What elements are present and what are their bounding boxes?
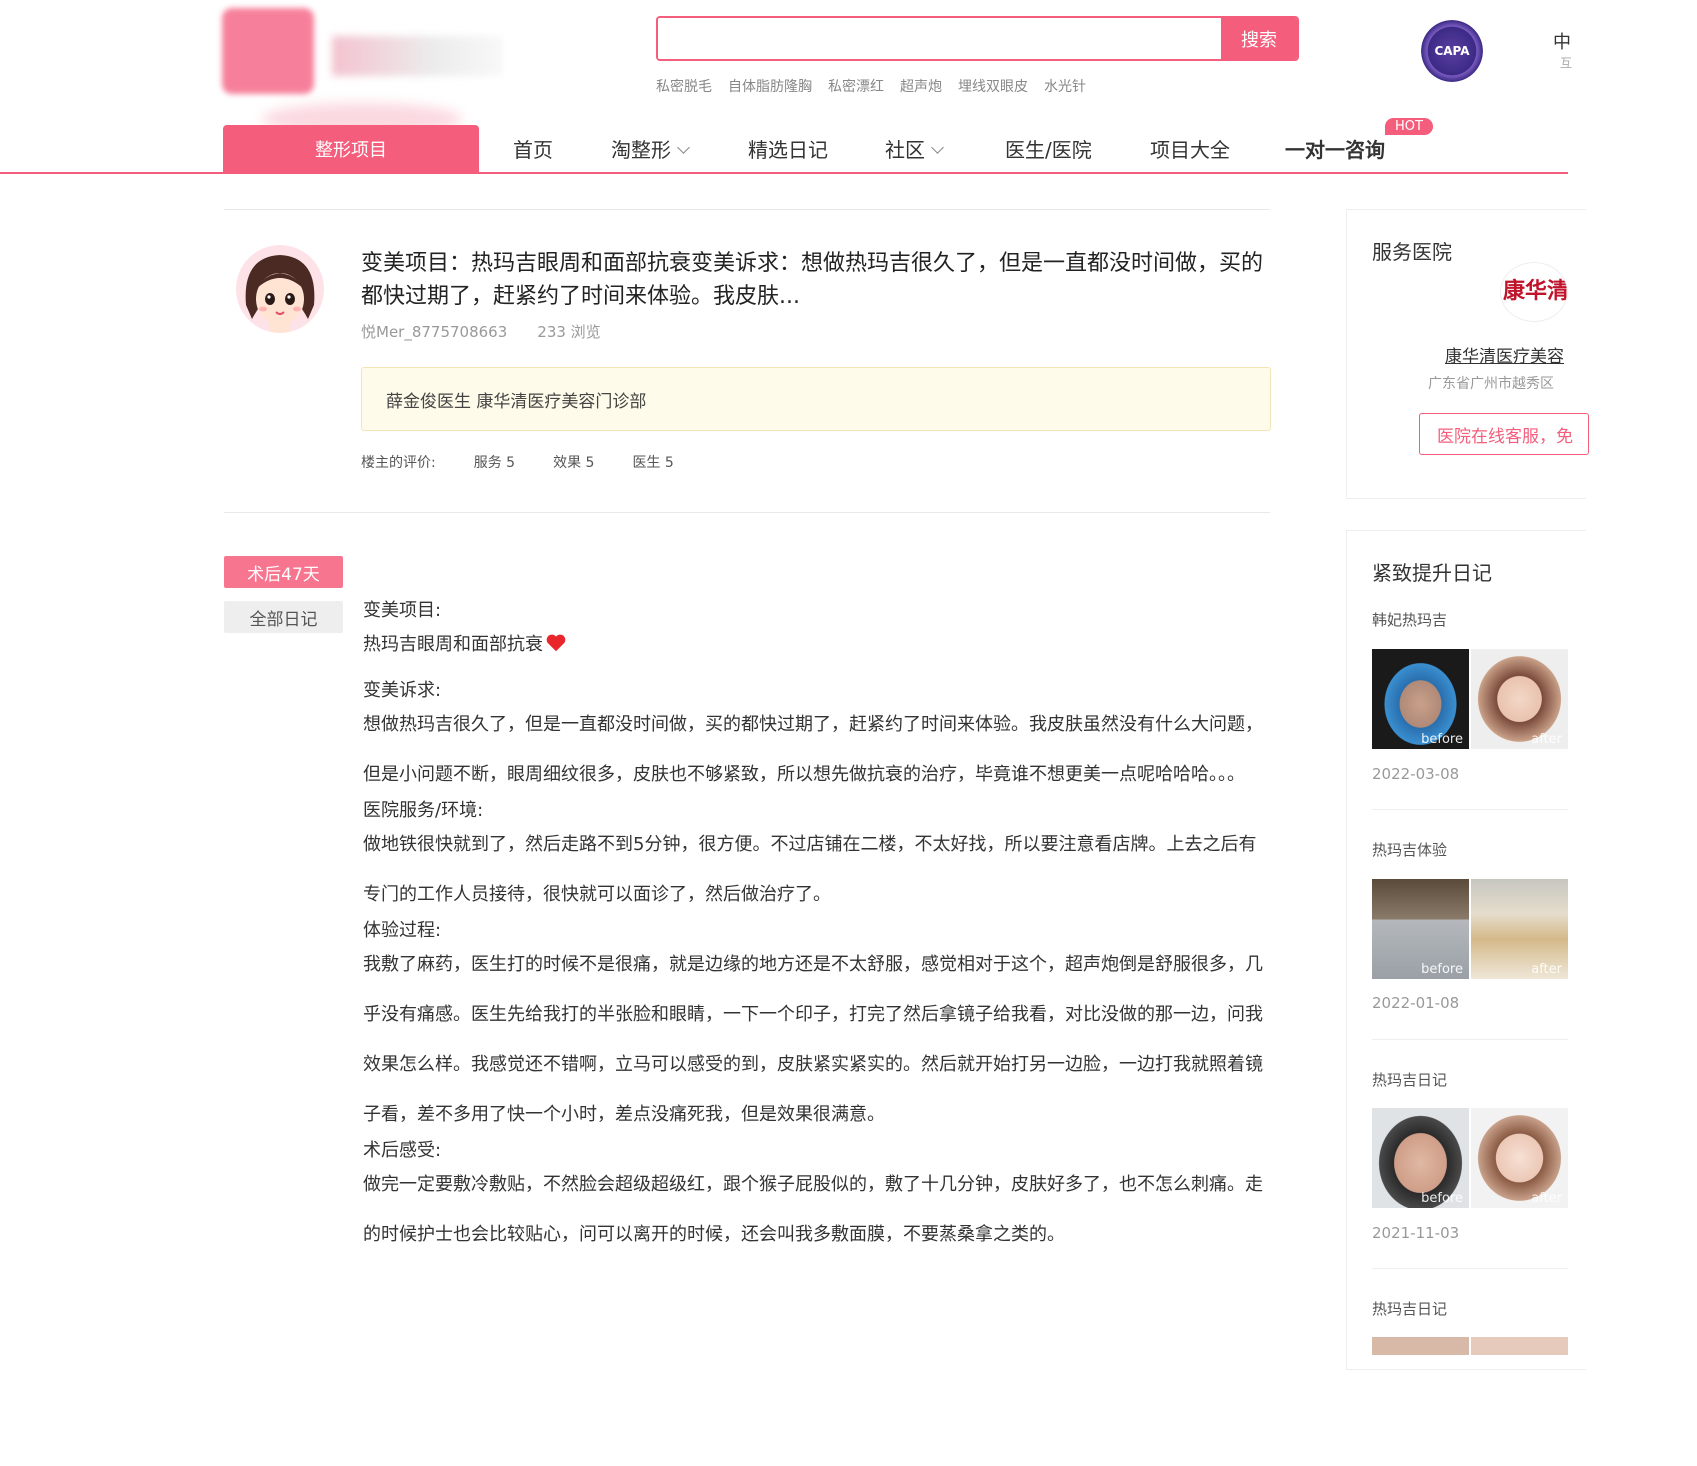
hospital-online-service-button[interactable]: 医院在线客服，免 [1419,413,1589,455]
diary-item-title[interactable]: 韩妃热玛吉 [1372,609,1447,630]
view-count: 233 浏览 [537,323,601,341]
main-nav: 整形项目 首页 淘整形 精选日记 社区 医生/医院 项目大全 一对一咨询 HOT [0,118,1568,174]
diary-item-date: 2022-01-08 [1372,994,1460,1012]
top-right-sublabel: 互 [1560,56,1573,70]
nav-item-plastic-projects[interactable]: 整形项目 [223,125,479,172]
top-right-label[interactable]: 中 [1553,28,1571,54]
after-photo [1471,1337,1568,1355]
rating-service: 服务 5 [473,455,516,471]
diary-item-title[interactable]: 热玛吉体验 [1372,839,1447,860]
nav-label: 首页 [513,138,553,162]
before-photo: before [1372,649,1469,749]
nav-item-tao[interactable]: 淘整形 [611,134,690,163]
hot-search-words: 私密脱毛 自体脂肪隆胸 私密漂红 超声炮 埋线双眼皮 水光针 [656,76,1086,96]
before-label: before [1421,962,1463,977]
diary-item-title[interactable]: 热玛吉日记 [1372,1298,1447,1319]
section-text: 做地铁很快就到了，然后走路不到5分钟，很方便。不过店铺在二楼，不太好找，所以要注… [363,834,1257,905]
section-text: 想做热玛吉很久了，但是一直都没时间做，买的都快过期了，赶紧约了时间来体验。我皮肤… [363,714,1263,785]
diary-item-images[interactable]: before after [1372,879,1568,979]
hospital-address: 广东省广州市越秀区 [1428,376,1554,392]
before-photo: before [1372,1108,1469,1208]
nav-label: 一对一咨询 [1285,138,1385,162]
avatar-illustration [245,255,315,333]
before-photo [1372,1337,1469,1355]
diary-item-title[interactable]: 热玛吉日记 [1372,1069,1447,1090]
search-bar: 搜索 [656,16,1299,61]
after-label: after [1531,1191,1562,1206]
before-label: before [1421,732,1463,747]
diary-item-date: 2021-11-03 [1372,1224,1460,1242]
related-diary-title: 紧致提升日记 [1372,561,1492,585]
diary-item-images[interactable]: before after [1372,1108,1568,1208]
before-label: before [1421,1191,1463,1206]
service-hospital-title: 服务医院 [1372,240,1452,264]
avatar[interactable] [236,245,324,333]
hot-word-link[interactable]: 私密脱毛 [656,76,712,96]
heart-icon [546,634,566,652]
section-text: 我敷了麻药，医生打的时候不是很痛，就是边缘的地方还是不太舒服，感觉相对于这个，超… [363,954,1263,1125]
post-title: 变美项目：热玛吉眼周和面部抗衰变美诉求：想做热玛吉很久了，但是一直都没时间做，买… [361,251,1264,309]
hot-word-link[interactable]: 埋线双眼皮 [958,76,1028,96]
after-photo: after [1471,879,1568,979]
rating-doctor: 医生 5 [632,455,674,471]
nav-label: 社区 [885,138,925,162]
diary-item-images[interactable] [1372,1337,1568,1355]
hot-word-link[interactable]: 水光针 [1044,76,1086,96]
capa-badge-text: CAPA [1434,44,1470,58]
after-photo: after [1471,1108,1568,1208]
hot-word-link[interactable]: 超声炮 [900,76,942,96]
diary-item-images[interactable]: before after [1372,649,1568,749]
divider [224,512,1270,513]
before-photo: before [1372,879,1469,979]
doctor-hospital-text: 薛金俊医生 康华清医疗美容门诊部 [386,391,647,412]
search-button[interactable]: 搜索 [1221,18,1297,59]
site-logo[interactable] [222,8,502,135]
rating-label: 楼主的评价: [361,455,436,471]
section-heading: 变美项目: [363,600,442,621]
nav-item-diary[interactable]: 精选日记 [748,134,828,163]
logo-text [332,36,502,76]
capa-badge-icon[interactable]: CAPA [1421,20,1483,82]
after-label: after [1531,732,1562,747]
divider [224,209,1270,210]
nav-label: 项目大全 [1150,138,1230,162]
diary-body: 变美项目: 热玛吉眼周和面部抗衰 变美诉求: 想做热玛吉很久了，但是一直都没时间… [363,588,1273,1260]
nav-item-doctors[interactable]: 医生/医院 [1005,134,1092,163]
author-name[interactable]: 悦Mer_8775708663 [361,321,507,342]
divider [1372,809,1568,810]
hospital-logo-text: 康华清 [1503,278,1568,303]
search-input[interactable] [658,18,1223,59]
hot-badge: HOT [1385,118,1433,135]
author-rating: 楼主的评价: 服务 5 效果 5 医生 5 [361,452,674,472]
days-after-badge[interactable]: 术后47天 [224,556,343,588]
doctor-hospital-box[interactable]: 薛金俊医生 康华清医疗美容门诊部 [361,367,1271,431]
nav-item-community[interactable]: 社区 [885,134,944,163]
section-text: 热玛吉眼周和面部抗衰 [363,632,1273,658]
divider [1372,1268,1568,1269]
chevron-down-icon [931,141,944,154]
rating-effect: 效果 5 [553,455,595,471]
nav-label: 医生/医院 [1005,138,1092,162]
section-text: 做完一定要敷冷敷贴，不然脸会超级超级红，跟个猴子屁股似的，敷了十几分钟，皮肤好多… [363,1174,1263,1245]
diary-item-date: 2022-03-08 [1372,765,1460,783]
post-meta: 悦Mer_8775708663 233 浏览 [361,321,601,342]
hot-word-link[interactable]: 自体脂肪隆胸 [728,76,812,96]
nav-item-projects[interactable]: 项目大全 [1150,134,1230,163]
divider [1372,1039,1568,1040]
hospital-logo[interactable]: 康华清 [1500,262,1568,322]
chevron-down-icon [677,141,690,154]
nav-item-home[interactable]: 首页 [513,134,553,163]
hospital-name[interactable]: 康华清医疗美容 [1445,342,1564,367]
nav-item-consult[interactable]: 一对一咨询 [1285,134,1385,163]
hot-word-link[interactable]: 私密漂红 [828,76,884,96]
section-text-content: 热玛吉眼周和面部抗衰 [363,634,543,655]
after-photo: after [1471,649,1568,749]
nav-label: 精选日记 [748,138,828,162]
after-label: after [1531,962,1562,977]
logo-mark [222,8,314,94]
all-diary-button[interactable]: 全部日记 [224,601,343,633]
nav-label: 淘整形 [611,138,671,162]
